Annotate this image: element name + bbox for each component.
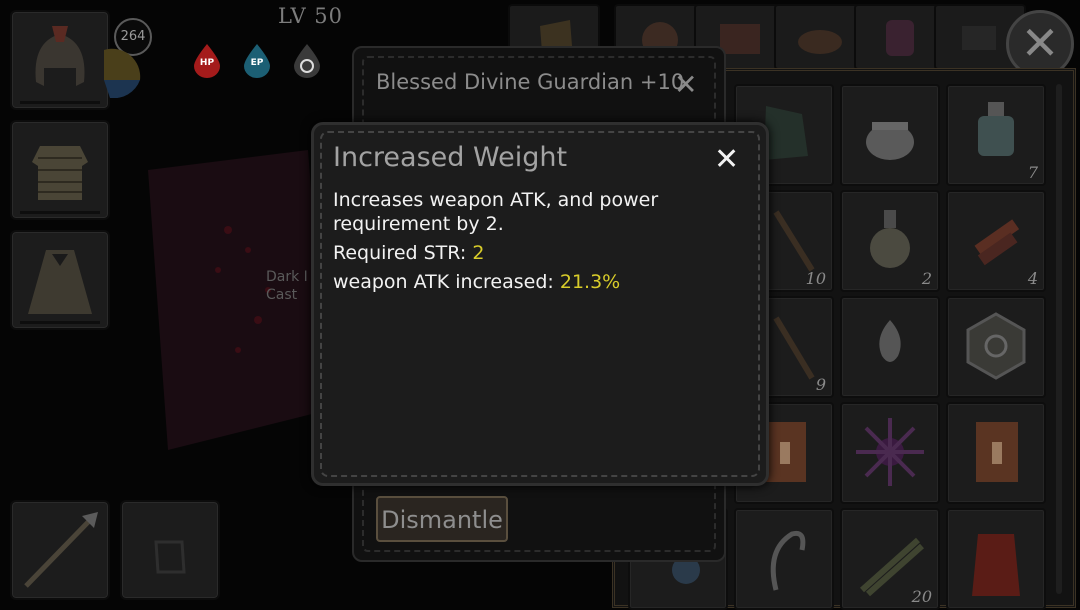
top-slot-jar[interactable] bbox=[854, 4, 946, 70]
ep-icon: EP bbox=[242, 44, 272, 78]
inventory-slot[interactable] bbox=[946, 402, 1046, 504]
required-str-label: Required STR: bbox=[333, 242, 467, 264]
sp-icon bbox=[292, 44, 322, 78]
atk-increase-row: weapon ATK increased: 21.3% bbox=[333, 271, 620, 293]
skill-info-modal bbox=[311, 122, 769, 486]
close-icon[interactable]: ✕ bbox=[674, 68, 697, 101]
stat-pie-icon bbox=[104, 48, 141, 98]
inventory-scrollbar[interactable] bbox=[1056, 84, 1062, 594]
inventory-slot[interactable]: 2 bbox=[840, 190, 940, 292]
inventory-slot[interactable] bbox=[840, 296, 940, 398]
armor-slot[interactable] bbox=[10, 120, 110, 220]
helmet-slot[interactable] bbox=[10, 10, 110, 110]
cape-slot[interactable] bbox=[10, 230, 110, 330]
player-level: LV 50 bbox=[278, 4, 344, 28]
armor-icon bbox=[32, 146, 88, 200]
dismantle-button[interactable]: Dismantle bbox=[376, 496, 508, 542]
required-str-row: Required STR: 2 bbox=[333, 242, 484, 264]
glove-slot[interactable] bbox=[120, 500, 220, 600]
cape-icon bbox=[28, 250, 92, 314]
hp-label: HP bbox=[199, 58, 215, 68]
inventory-slot[interactable] bbox=[840, 402, 940, 504]
inventory-slot[interactable] bbox=[840, 84, 940, 186]
scroll-candle-icon bbox=[976, 422, 1018, 482]
atk-increase-label: weapon ATK increased: bbox=[333, 271, 554, 293]
jar-icon bbox=[886, 20, 914, 56]
inventory-slot[interactable] bbox=[946, 508, 1046, 610]
hex-rune-icon bbox=[966, 312, 1026, 380]
modal-description: Increases weapon ATK, and power requirem… bbox=[333, 189, 659, 235]
glove-icon bbox=[154, 540, 186, 574]
flame-emblem-icon bbox=[879, 320, 901, 362]
inventory-slot[interactable] bbox=[734, 508, 834, 610]
hook-rope-icon bbox=[770, 530, 806, 591]
hp-icon: HP bbox=[192, 44, 222, 78]
required-str-value: 2 bbox=[472, 242, 485, 264]
dark-star-icon bbox=[856, 418, 924, 486]
item-title: Blessed Divine Guardian +10 bbox=[376, 70, 685, 94]
inventory-slot[interactable]: 4 bbox=[946, 190, 1046, 292]
pot-icon bbox=[866, 122, 914, 160]
hat-icon bbox=[798, 30, 842, 54]
ep-label: EP bbox=[250, 58, 264, 68]
red-robe-icon bbox=[972, 534, 1020, 596]
inventory-slot[interactable]: 20 bbox=[840, 508, 940, 610]
weapon-slot[interactable] bbox=[10, 500, 110, 600]
top-slot-hat[interactable] bbox=[774, 4, 866, 70]
close-icon[interactable]: ✕ bbox=[714, 142, 739, 177]
helmet-icon bbox=[35, 26, 85, 86]
modal-title: Increased Weight bbox=[333, 142, 568, 173]
area-label: Dark I Cast bbox=[266, 269, 308, 303]
inventory-slot[interactable] bbox=[946, 296, 1046, 398]
spear-icon bbox=[24, 512, 98, 588]
inventory-slot[interactable]: 7 bbox=[946, 84, 1046, 186]
atk-increase-value: 21.3% bbox=[559, 271, 621, 293]
